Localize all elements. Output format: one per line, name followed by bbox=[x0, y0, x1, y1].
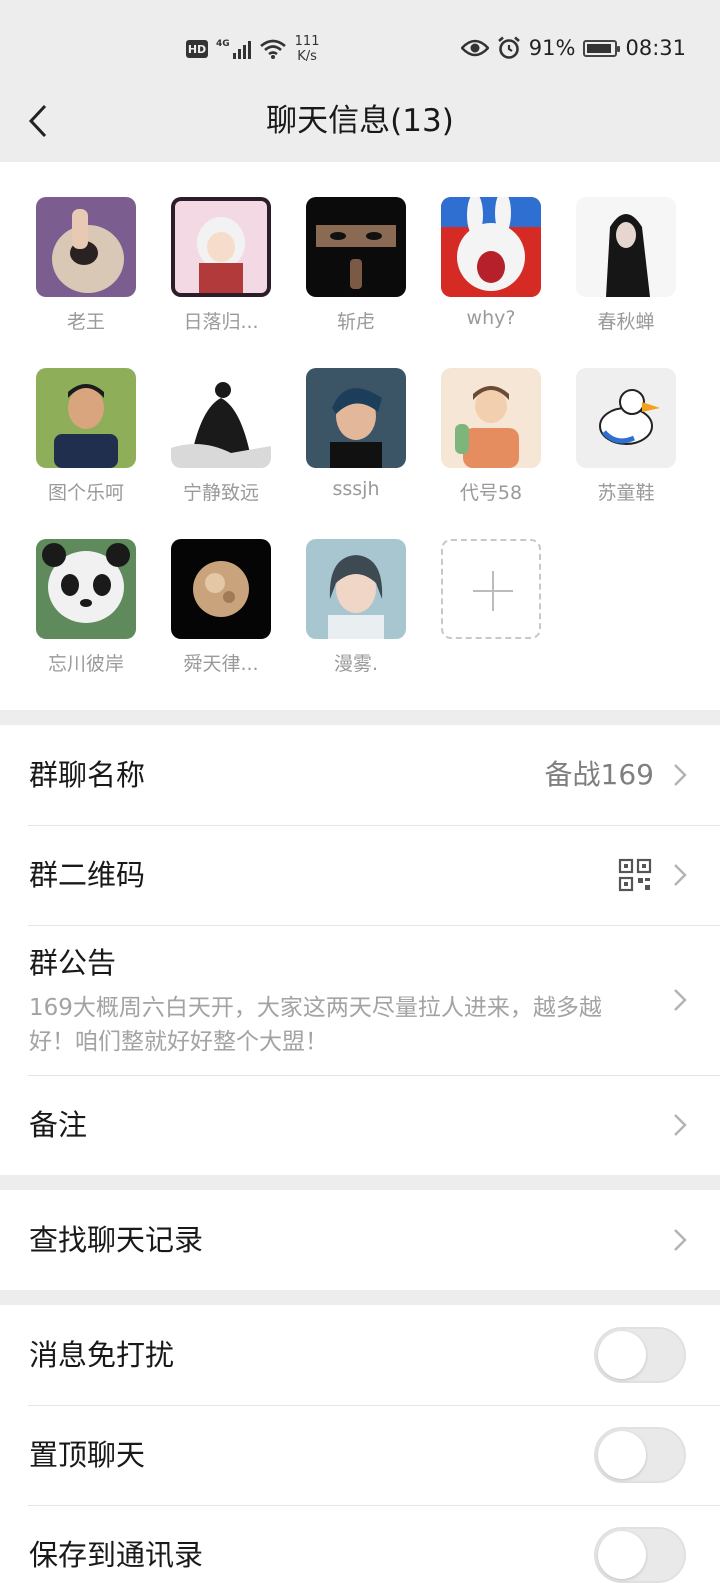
member-item[interactable]: 日落归... bbox=[161, 197, 281, 334]
member-name: 苏童鞋 bbox=[597, 482, 655, 504]
avatar bbox=[171, 368, 271, 468]
member-name: 老王 bbox=[66, 311, 105, 333]
group-name-label: 群聊名称 bbox=[29, 758, 146, 792]
qr-code-icon bbox=[618, 858, 652, 892]
member-item[interactable]: sssjh bbox=[296, 368, 416, 500]
avatar bbox=[306, 539, 406, 639]
member-item[interactable]: 舜天律... bbox=[161, 539, 281, 676]
member-item[interactable]: 漫雾. bbox=[296, 539, 416, 676]
status-network-group: HD 4G 111 K/s bbox=[186, 34, 319, 64]
search-history-label: 查找聊天记录 bbox=[29, 1223, 204, 1257]
clock: 08:31 bbox=[625, 36, 686, 60]
group-qr-label: 群二维码 bbox=[29, 858, 146, 892]
avatar bbox=[36, 368, 136, 468]
network-speed: 111 K/s bbox=[295, 34, 320, 64]
member-item[interactable]: 代号58 bbox=[431, 368, 551, 505]
group-qr-row[interactable]: 群二维码 bbox=[0, 825, 720, 925]
group-notice-row[interactable]: 群公告 169大概周六白天开，大家这两天尽量拉人进来，越多越好！咱们整就好好整个… bbox=[0, 925, 720, 1075]
save-contacts-row: 保存到通讯录 bbox=[0, 1505, 720, 1584]
avatar bbox=[36, 539, 136, 639]
pin-toggle[interactable] bbox=[594, 1427, 686, 1483]
avatar bbox=[576, 197, 676, 297]
group-name-value: 备战169 bbox=[544, 758, 654, 791]
remark-row[interactable]: 备注 bbox=[0, 1075, 720, 1175]
avatar bbox=[306, 368, 406, 468]
avatar bbox=[171, 539, 271, 639]
search-history-row[interactable]: 查找聊天记录 bbox=[0, 1190, 720, 1290]
avatar bbox=[576, 368, 676, 468]
member-name: 斩虍 bbox=[336, 311, 375, 333]
member-item[interactable]: 斩虍 bbox=[296, 197, 416, 334]
member-name: why? bbox=[466, 307, 516, 329]
member-item[interactable]: why? bbox=[431, 197, 551, 329]
alarm-icon bbox=[497, 36, 520, 59]
chevron-right-icon bbox=[674, 764, 687, 786]
member-item[interactable]: 宁静致远 bbox=[161, 368, 281, 505]
member-name: 漫雾. bbox=[333, 653, 379, 675]
wifi-icon bbox=[259, 39, 286, 59]
avatar bbox=[441, 368, 541, 468]
mute-row: 消息免打扰 bbox=[0, 1305, 720, 1405]
page-title: 聊天信息(13) bbox=[266, 103, 454, 139]
chevron-right-icon bbox=[674, 989, 687, 1011]
member-item[interactable]: 苏童鞋 bbox=[566, 368, 686, 505]
cellular-signal-icon: 4G bbox=[216, 39, 251, 59]
status-right-group: 91% 08:31 bbox=[460, 36, 686, 60]
remark-label: 备注 bbox=[29, 1108, 88, 1142]
nav-header: 聊天信息(13) bbox=[0, 80, 720, 162]
save-contacts-label: 保存到通讯录 bbox=[29, 1538, 204, 1572]
pin-label: 置顶聊天 bbox=[29, 1438, 146, 1472]
member-name: 舜天律... bbox=[183, 653, 259, 675]
chevron-right-icon bbox=[674, 864, 687, 886]
group-notice-label: 群公告 bbox=[29, 946, 117, 980]
add-member-item[interactable] bbox=[431, 539, 551, 639]
avatar bbox=[36, 197, 136, 297]
search-section: 查找聊天记录 bbox=[0, 1190, 720, 1290]
member-name: 忘川彼岸 bbox=[47, 653, 124, 675]
group-notice-text: 169大概周六白天开，大家这两天尽量拉人进来，越多越好！咱们整就好好整个大盟！ bbox=[29, 995, 602, 1055]
mute-toggle[interactable] bbox=[594, 1327, 686, 1383]
member-name: 春秋蝉 bbox=[597, 311, 655, 333]
member-item[interactable]: 老王 bbox=[26, 197, 146, 334]
avatar bbox=[306, 197, 406, 297]
chevron-right-icon bbox=[674, 1114, 687, 1136]
member-item[interactable]: 忘川彼岸 bbox=[26, 539, 146, 676]
battery-icon bbox=[583, 39, 621, 57]
battery-percent: 91% bbox=[528, 36, 576, 60]
speed-unit: K/s bbox=[297, 49, 317, 64]
member-item[interactable]: 图个乐呵 bbox=[26, 368, 146, 505]
member-grid: 老王 日落归... 斩虍 why? 春秋蝉 图个乐呵 宁静致远 sssjh 代号… bbox=[0, 162, 720, 710]
speed-value: 111 bbox=[294, 34, 320, 49]
eye-icon bbox=[460, 39, 489, 57]
group-info-section: 群聊名称 备战169 群二维码 群公告 169大概周六白天开，大家这两天尽量拉人… bbox=[0, 725, 720, 1175]
chevron-right-icon bbox=[674, 1229, 687, 1251]
group-name-row[interactable]: 群聊名称 备战169 bbox=[0, 725, 720, 825]
avatar bbox=[171, 197, 271, 297]
member-name: 图个乐呵 bbox=[47, 482, 124, 504]
save-contacts-toggle[interactable] bbox=[594, 1527, 686, 1583]
member-name: 日落归... bbox=[183, 311, 259, 333]
network-type: 4G bbox=[216, 39, 230, 49]
hd-badge: HD bbox=[186, 40, 208, 58]
avatar bbox=[441, 197, 541, 297]
pin-row: 置顶聊天 bbox=[0, 1405, 720, 1505]
member-name: 宁静致远 bbox=[182, 482, 259, 504]
member-name: sssjh bbox=[332, 478, 380, 500]
member-name: 代号58 bbox=[459, 482, 523, 504]
add-member-button[interactable] bbox=[441, 539, 541, 639]
toggle-section: 消息免打扰 置顶聊天 保存到通讯录 bbox=[0, 1305, 720, 1584]
mute-label: 消息免打扰 bbox=[29, 1338, 175, 1372]
member-item[interactable]: 春秋蝉 bbox=[566, 197, 686, 334]
